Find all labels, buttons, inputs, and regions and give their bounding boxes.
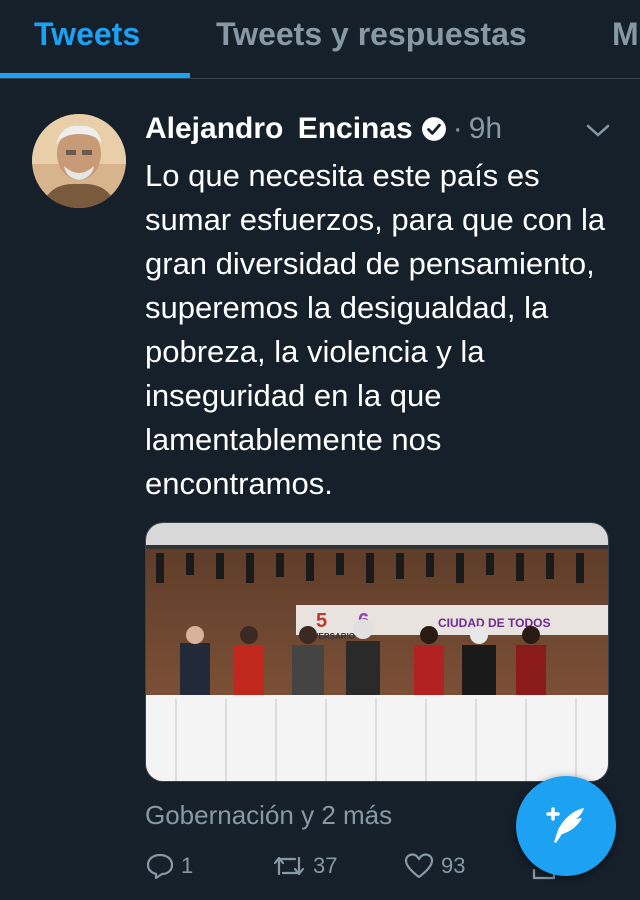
tweet-time[interactable]: 9h: [469, 112, 502, 146]
author-name[interactable]: Alejandro Encinas: [145, 112, 413, 146]
like-count: 93: [441, 853, 466, 878]
media-tagged-users[interactable]: Gobernación y 2 más: [145, 800, 392, 831]
reply-button[interactable]: 1: [145, 852, 193, 880]
reply-icon: [146, 853, 174, 880]
active-tab-indicator: [0, 73, 190, 78]
chevron-down-icon[interactable]: [585, 122, 611, 140]
verified-badge-icon: [421, 117, 446, 141]
retweet-icon: [273, 856, 305, 876]
banner-anniversary: IVERSARIO: [311, 632, 355, 641]
reply-count: 1: [181, 853, 194, 878]
tweet-text: Lo que necesita este país es sumar esfue…: [145, 158, 606, 501]
heart-icon: [404, 853, 434, 879]
retweet-button[interactable]: 37: [271, 852, 337, 880]
compose-tweet-button[interactable]: [516, 776, 616, 876]
tweet-media-image[interactable]: 5 6 IVERSARIO CIUDAD DE TODOS: [145, 522, 609, 782]
tab-tweets-y-respuestas[interactable]: Tweets y respuestas: [216, 16, 527, 53]
tab-tweets[interactable]: Tweets: [34, 16, 140, 53]
tab-media[interactable]: M: [612, 16, 639, 53]
banner-number-left: 5: [316, 610, 327, 632]
separator-dot: ·: [452, 112, 463, 145]
retweet-count: 37: [313, 853, 338, 878]
avatar[interactable]: [32, 114, 126, 208]
like-button[interactable]: 93: [403, 852, 465, 880]
profile-tabs: Tweets Tweets y respuestas M: [0, 0, 640, 79]
tweet-header: Alejandro Encinas · 9h: [145, 112, 502, 146]
compose-feather-icon: [546, 807, 584, 843]
